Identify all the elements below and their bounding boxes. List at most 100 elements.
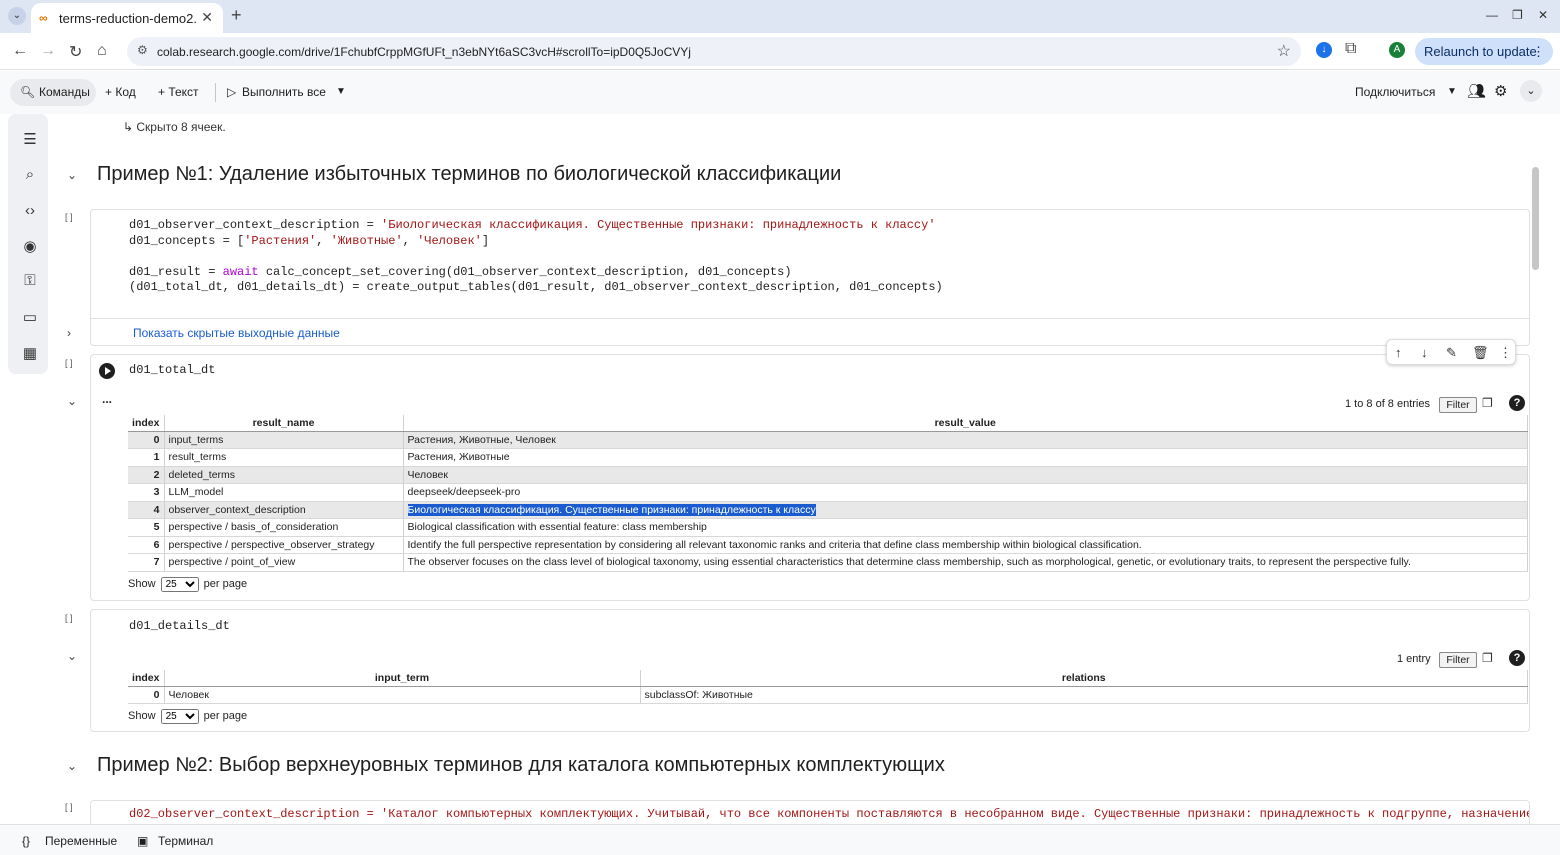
page-size-select[interactable]: 25 xyxy=(160,709,199,724)
help-icon[interactable]: ? xyxy=(1509,650,1525,666)
move-up-icon[interactable]: ↑ xyxy=(1395,345,1402,360)
run-all-button[interactable]: Выполнить все xyxy=(242,85,326,99)
minimize-icon[interactable]: — xyxy=(1486,8,1498,22)
share-people-icon[interactable]: 👥︎ xyxy=(1467,82,1486,100)
column-header[interactable]: input_term xyxy=(164,670,641,687)
folder-icon[interactable]: ▭ xyxy=(20,308,40,326)
show-hidden-output-link[interactable]: Показать скрытые выходные данные xyxy=(133,326,340,340)
output-collapse-icon[interactable]: ⌄ xyxy=(67,649,77,663)
code-line: d02_observer_context_description = 'Ката… xyxy=(129,807,1529,821)
table-row: 6 perspective / perspective_observer_stra… xyxy=(128,536,1528,554)
help-icon[interactable]: ? xyxy=(1509,395,1525,411)
connect-button[interactable]: Подключиться xyxy=(1355,85,1435,99)
reload-icon[interactable]: ↻ xyxy=(69,42,82,62)
column-header[interactable]: index xyxy=(128,415,165,432)
page-size-select[interactable]: 25 xyxy=(160,577,199,592)
output-collapse-icon[interactable]: ⌄ xyxy=(67,394,77,408)
table-icon[interactable]: ▦ xyxy=(20,344,40,362)
window-close-icon[interactable]: ✕ xyxy=(1538,8,1548,22)
code-cell[interactable]: d01_observer_context_description = 'Биол… xyxy=(90,209,1530,346)
left-sidebar: ☰ ⌕ ‹› ◉ ⚿ ▭ ▦ xyxy=(8,114,48,374)
url-omnibox[interactable]: ⚙ colab.research.google.com/drive/1Fchub… xyxy=(127,37,1301,66)
connect-dropdown-icon[interactable]: ▼ xyxy=(1447,86,1457,97)
copy-icon[interactable]: ❐ xyxy=(1482,651,1493,665)
table-row: 0 Человек subclassOf: Животные xyxy=(128,686,1528,704)
code-line: d01_result = await calc_concept_set_cove… xyxy=(129,265,792,279)
table-header-row: index result_name result_value xyxy=(128,415,1528,432)
table-row: 4 observer_context_description Биологическ… xyxy=(128,501,1528,519)
move-down-icon[interactable]: ↓ xyxy=(1421,345,1428,360)
forward-icon[interactable]: → xyxy=(40,42,56,60)
relaunch-button[interactable]: Relaunch to update ⋮ xyxy=(1415,38,1553,65)
output-menu-icon[interactable]: ... xyxy=(102,392,112,406)
table-row: 1 result_terms Растения, Животные xyxy=(128,448,1528,467)
more-icon[interactable]: ⋮ xyxy=(1499,345,1512,361)
extensions-icon[interactable]: ⧉ xyxy=(1345,40,1356,58)
scrollbar[interactable] xyxy=(1532,167,1539,270)
variables-icon: {} xyxy=(22,834,31,848)
bookmark-star-icon[interactable]: ☆ xyxy=(1277,41,1291,61)
delete-icon[interactable]: 🗑︎ xyxy=(1472,345,1489,361)
section-collapse-icon[interactable]: ⌄ xyxy=(67,168,77,182)
download-icon[interactable]: ↓ xyxy=(1316,42,1332,58)
page-size-control: Show 25 per page xyxy=(128,709,247,724)
close-icon[interactable]: ✕ xyxy=(201,9,213,26)
commands-label[interactable]: Команды xyxy=(39,85,90,99)
code-line: d01_concepts = ['Растения', 'Животные', … xyxy=(129,234,490,248)
code-cell[interactable]: d02_observer_context_description = 'Ката… xyxy=(90,800,1530,824)
cell-run-bracket[interactable]: [ ] xyxy=(65,212,73,222)
run-all-dropdown-icon[interactable]: ▼ xyxy=(336,86,346,97)
notebook-area: ↳ Скрыто 8 ячеек. ⌄ Пример №1: Удаление … xyxy=(56,114,1552,824)
terminal-button[interactable]: Терминал xyxy=(158,834,213,848)
gear-icon[interactable]: ⚙ xyxy=(1494,82,1507,100)
terminal-icon: ▣ xyxy=(137,834,149,848)
toolbar-divider xyxy=(215,83,216,102)
cell-run-bracket[interactable]: [ ] xyxy=(65,613,73,623)
add-text-button[interactable]: + Текст xyxy=(158,85,199,99)
new-tab-icon[interactable]: + xyxy=(231,5,242,26)
table-row: 3 LLM_model deepseek/deepseek-pro xyxy=(128,483,1528,502)
expand-output-icon[interactable]: › xyxy=(67,326,71,340)
url-text[interactable]: colab.research.google.com/drive/1FchubfC… xyxy=(157,45,691,59)
column-header[interactable]: index xyxy=(128,670,165,687)
column-header[interactable]: relations xyxy=(640,670,1528,687)
home-icon[interactable]: ⌂ xyxy=(97,42,107,60)
column-header[interactable]: result_value xyxy=(403,415,1528,432)
eye-icon[interactable]: ◉ xyxy=(20,237,40,255)
site-info-icon[interactable]: ⚙ xyxy=(137,43,148,57)
table-of-contents-icon[interactable]: ☰ xyxy=(20,130,40,148)
section-collapse-icon[interactable]: ⌄ xyxy=(67,759,77,773)
table-entries-info: 1 to 8 of 8 entries xyxy=(1345,398,1430,410)
hidden-cells-note[interactable]: ↳ Скрыто 8 ячеек. xyxy=(123,120,226,134)
add-code-button[interactable]: + Код xyxy=(105,85,136,99)
run-cell-button[interactable] xyxy=(99,363,115,379)
collapse-header-icon[interactable]: ⌄ xyxy=(1520,80,1542,102)
back-icon[interactable]: ← xyxy=(12,42,28,60)
code-snippets-icon[interactable]: ‹› xyxy=(20,202,40,219)
kebab-menu-icon[interactable]: ⋮ xyxy=(1532,38,1545,65)
bottom-bar: {} Переменные ▣ Терминал xyxy=(0,824,1560,855)
code-line: d01_observer_context_description = 'Биол… xyxy=(129,218,936,232)
variables-button[interactable]: Переменные xyxy=(45,834,117,848)
colab-toolbar: 🔍︎ Команды + Код + Текст ▷ Выполнить все… xyxy=(0,71,1560,114)
edit-icon[interactable]: ✎ xyxy=(1446,345,1457,361)
page-size-control: Show 25 per page xyxy=(128,577,247,592)
table-row: 7 perspective / point_of_view The observer… xyxy=(128,553,1528,572)
filter-button[interactable]: Filter xyxy=(1439,397,1477,413)
filter-button[interactable]: Filter xyxy=(1439,652,1477,668)
code-line: (d01_total_dt, d01_details_dt) = create_… xyxy=(129,280,943,294)
profile-avatar[interactable]: A xyxy=(1389,42,1405,58)
cell-run-bracket[interactable]: [ ] xyxy=(65,802,73,812)
copy-icon[interactable]: ❐ xyxy=(1482,396,1493,410)
restore-icon[interactable]: ❐ xyxy=(1512,8,1523,22)
table-row: 0 input_terms Растения, Животные, Человек xyxy=(128,431,1528,449)
tab-search-icon[interactable]: ⌄ xyxy=(8,7,26,25)
find-replace-icon[interactable]: ⌕ xyxy=(20,166,40,183)
table-entries-info: 1 entry xyxy=(1397,653,1431,665)
browser-tab[interactable]: ∞ terms-reduction-demo2. ✕ xyxy=(31,3,223,33)
key-icon[interactable]: ⚿ xyxy=(20,272,40,289)
table-header-row: index input_term relations xyxy=(128,670,1528,687)
cell-run-bracket[interactable]: [ ] xyxy=(65,358,73,368)
search-icon: 🔍︎ xyxy=(20,85,36,99)
column-header[interactable]: result_name xyxy=(164,415,404,432)
